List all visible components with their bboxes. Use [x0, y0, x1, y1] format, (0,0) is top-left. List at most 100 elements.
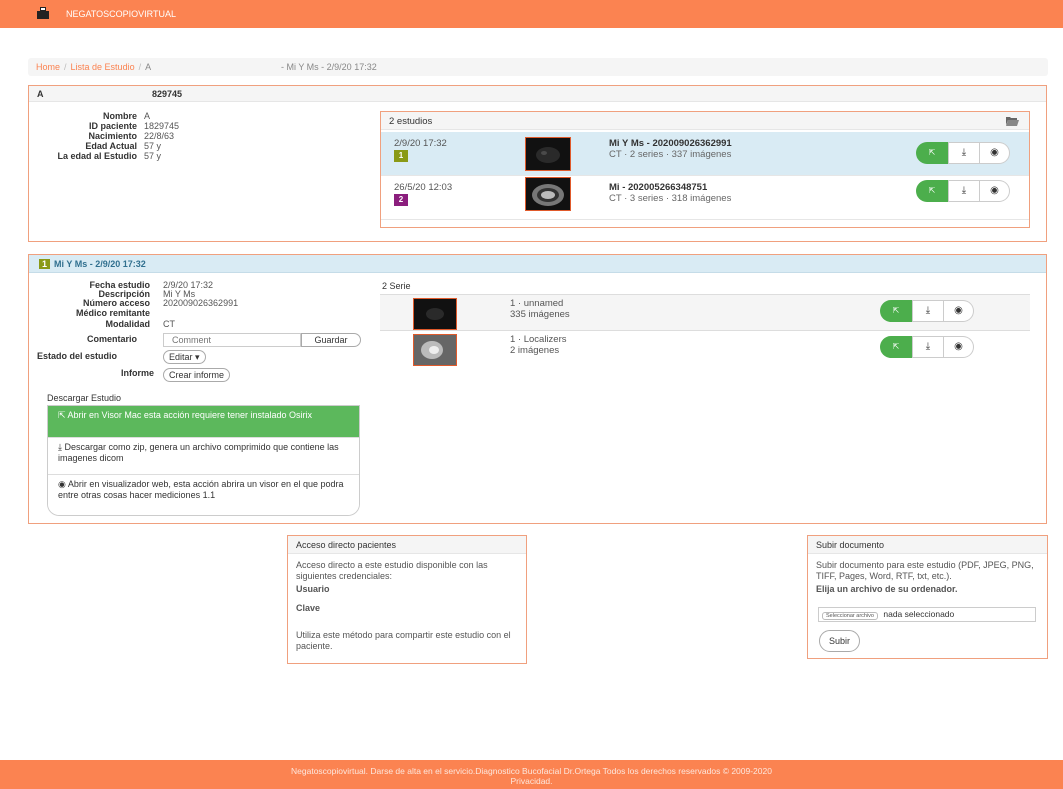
- download-icon: ⤓: [925, 305, 931, 316]
- view-button[interactable]: ◉: [944, 300, 974, 322]
- breadcrumb-separator: /: [64, 62, 67, 72]
- patient-panel-header: A 829745: [29, 86, 1046, 102]
- study-number-badge: 1: [394, 150, 408, 162]
- brand-name[interactable]: NEGATOSCOPIOVIRTUAL: [66, 9, 176, 19]
- breadcrumb-separator: /: [138, 62, 142, 72]
- upload-body: Subir documento para este estudio (PDF, …: [808, 554, 1047, 601]
- patient-values: A 1829745 22/8/63 57 y 57 y: [137, 111, 257, 171]
- privacy-link[interactable]: Privacidad.: [0, 776, 1063, 786]
- study-summary: CT · 2 series · 337 imágenes: [609, 149, 732, 160]
- series-count: 2 Serie: [382, 281, 411, 291]
- download-options: ⇱ Abrir en Visor Mac esta acción requier…: [47, 405, 360, 516]
- upload-intro: Subir documento para este estudio (PDF, …: [816, 560, 1034, 581]
- series-thumbnail[interactable]: [413, 334, 457, 366]
- logo-icon[interactable]: [36, 6, 50, 20]
- breadcrumb-home[interactable]: Home: [36, 62, 60, 72]
- report-label: Informe: [121, 368, 155, 378]
- access-password-label: Clave: [296, 603, 321, 613]
- study-action-buttons: ⇱ ⤓ ◉: [916, 142, 1010, 164]
- breadcrumb-study-list[interactable]: Lista de Estudio: [71, 62, 135, 72]
- series-action-buttons: ⇱ ⤓ ◉: [880, 300, 974, 322]
- breadcrumb: Home / Lista de Estudio / A - Mi Y Ms - 2/9/…: [28, 58, 1048, 76]
- study-fields: Fecha estudio Descripción Número acceso …: [28, 280, 150, 340]
- upload-document-box: Subir documento Subir documento para est…: [807, 535, 1048, 659]
- download-zip-option[interactable]: ⤓ Descargar como zip, genera un archivo …: [48, 437, 359, 474]
- patient-header-id: 829745: [152, 89, 183, 99]
- eye-icon: ◉: [58, 479, 68, 489]
- eye-icon: ◉: [990, 185, 999, 196]
- series-name: 1 · unnamed: [510, 298, 564, 309]
- create-report-button[interactable]: Crear informe: [163, 368, 231, 382]
- study-detail-title: Mi Y Ms - 2/9/20 17:32: [54, 259, 146, 269]
- open-osirix-option[interactable]: ⇱ Abrir en Visor Mac esta acción requier…: [48, 406, 359, 437]
- studies-panel: 2 estudios 2/9/20 17:32 1 Mi Y Ms - 2020…: [380, 111, 1030, 228]
- open-web-viewer-option[interactable]: ◉ Abrir en visualizador web, esta acción…: [48, 474, 359, 515]
- open-osirix-text: Abrir en Visor Mac esta acción requiere …: [67, 410, 312, 420]
- study-row[interactable]: 26/5/20 12:03 2 Mi - 202005266348751 CT …: [381, 176, 1029, 220]
- file-status: nada seleccionado: [883, 609, 955, 619]
- download-button[interactable]: ⤓: [912, 300, 944, 322]
- folder-open-icon[interactable]: [1006, 116, 1019, 126]
- study-title[interactable]: Mi Y Ms - 202009026362991: [609, 138, 732, 149]
- footer-text: Negatoscopiovirtual. Darse de alta en el…: [291, 766, 772, 776]
- osirix-button[interactable]: ⇱: [916, 180, 948, 202]
- series-name: 1 · Localizers: [510, 334, 567, 345]
- patient-header-name: A: [37, 89, 44, 99]
- field-value-modalidad: CT: [163, 319, 175, 329]
- view-button[interactable]: ◉: [980, 142, 1010, 164]
- edit-status-button[interactable]: Editar ▾: [163, 350, 206, 364]
- series-row[interactable]: 1 · unnamed 335 imágenes ⇱ ⤓ ◉: [380, 294, 1030, 330]
- field-label-medico-remitante: Médico remitante: [75, 308, 150, 318]
- osirix-icon: ⇱: [58, 410, 68, 420]
- study-title[interactable]: Mi - 202005266348751: [609, 182, 707, 193]
- view-button[interactable]: ◉: [980, 180, 1010, 202]
- series-action-buttons: ⇱ ⤓ ◉: [880, 336, 974, 358]
- view-button[interactable]: ◉: [944, 336, 974, 358]
- studies-count: 2 estudios: [389, 116, 433, 127]
- study-date: 26/5/20 12:03: [394, 182, 453, 193]
- osirix-button[interactable]: ⇱: [916, 142, 948, 164]
- breadcrumb-detail: - Mi Y Ms - 2/9/20 17:32: [281, 62, 377, 72]
- study-detail-badge: 1: [39, 259, 51, 269]
- study-detail-header: 1 Mi Y Ms - 2/9/20 17:32: [29, 255, 1046, 273]
- download-button[interactable]: ⤓: [912, 336, 944, 358]
- file-picker[interactable]: Seleccionar archivo nada seleccionado: [818, 607, 1036, 622]
- field-label-modalidad: Modalidad: [105, 319, 151, 329]
- study-status-label: Estado del estudio: [37, 351, 118, 361]
- download-icon: ⤓: [961, 185, 967, 196]
- download-heading: Descargar Estudio: [47, 393, 122, 403]
- patient-access-box: Acceso directo pacientes Acceso directo …: [287, 535, 527, 664]
- save-comment-button[interactable]: Guardar: [301, 333, 361, 347]
- download-button[interactable]: ⤓: [948, 142, 980, 164]
- comment-input[interactable]: [163, 333, 301, 347]
- download-icon: ⤓: [925, 341, 931, 352]
- study-number-badge: 2: [394, 194, 408, 206]
- field-value-numero-acceso: 202009026362991: [163, 298, 239, 308]
- upload-submit-button[interactable]: Subir: [819, 630, 861, 652]
- study-row[interactable]: 2/9/20 17:32 1 Mi Y Ms - 202009026362991…: [381, 132, 1029, 176]
- breadcrumb-current: A: [145, 62, 152, 72]
- upload-title: Subir documento: [808, 536, 1047, 554]
- study-thumbnail[interactable]: [525, 137, 571, 171]
- field-value-edad-estudio: 57 y: [144, 151, 162, 161]
- top-navbar: NEGATOSCOPIOVIRTUAL: [0, 0, 1063, 28]
- series-row[interactable]: 1 · Localizers 2 imágenes ⇱ ⤓ ◉: [380, 330, 1030, 366]
- select-file-button[interactable]: Seleccionar archivo: [822, 612, 878, 620]
- comment-label: Comentario: [87, 334, 138, 344]
- study-action-buttons: ⇱ ⤓ ◉: [916, 180, 1010, 202]
- access-user-label: Usuario: [296, 584, 330, 594]
- eye-icon: ◉: [954, 305, 963, 316]
- eye-icon: ◉: [954, 341, 963, 352]
- footer: Negatoscopiovirtual. Darse de alta en el…: [0, 760, 1063, 789]
- eye-icon: ◉: [990, 147, 999, 158]
- series-thumbnail[interactable]: [413, 298, 457, 330]
- patient-access-intro: Acceso directo a este estudio disponible…: [296, 560, 488, 581]
- open-web-viewer-text: Abrir en visualizador web, esta acción a…: [58, 479, 344, 500]
- field-label-edad-estudio: La edad al Estudio: [57, 151, 137, 161]
- study-values: 2/9/20 17:32 Mi Y Ms 202009026362991 CT: [150, 280, 300, 340]
- patient-access-body: Acceso directo a este estudio disponible…: [288, 554, 526, 658]
- osirix-button[interactable]: ⇱: [880, 336, 912, 358]
- study-thumbnail[interactable]: [525, 177, 571, 211]
- download-button[interactable]: ⤓: [948, 180, 980, 202]
- osirix-button[interactable]: ⇱: [880, 300, 912, 322]
